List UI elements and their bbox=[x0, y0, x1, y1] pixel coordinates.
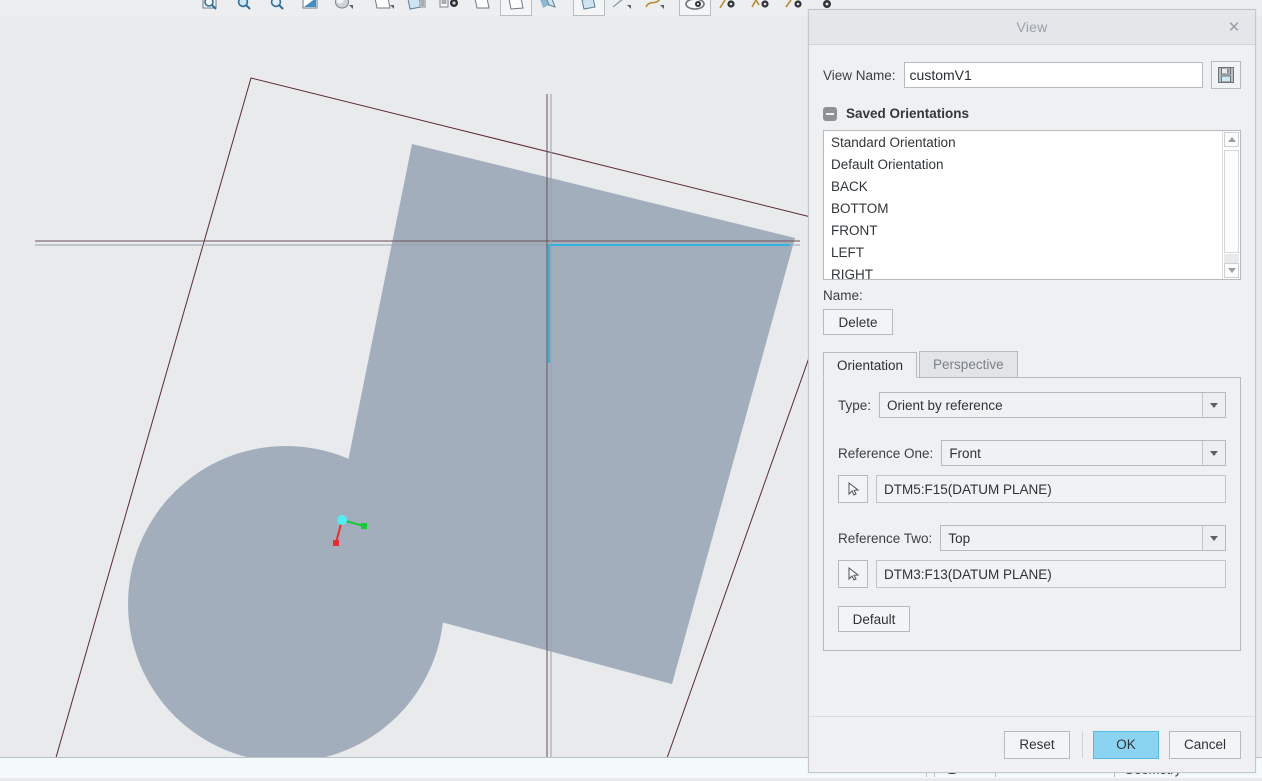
list-item[interactable]: LEFT bbox=[824, 242, 1222, 264]
reference-two-selection[interactable]: DTM3:F13(DATUM PLANE) bbox=[876, 560, 1226, 588]
type-combobox[interactable]: Orient by reference bbox=[879, 392, 1226, 418]
reference-one-pick-button[interactable] bbox=[838, 475, 868, 503]
zoom-in-icon[interactable] bbox=[229, 0, 261, 16]
list-item[interactable]: RIGHT bbox=[824, 264, 1222, 279]
reference-two-row: Reference Two: Top bbox=[838, 525, 1226, 551]
zoom-box-icon[interactable] bbox=[196, 0, 228, 16]
reset-button[interactable]: Reset bbox=[1003, 730, 1070, 759]
dialog-title-bar[interactable]: View ✕ bbox=[809, 10, 1255, 45]
toolbar-separator bbox=[566, 0, 573, 16]
plane-display-icon[interactable] bbox=[500, 0, 532, 16]
save-floppy-icon bbox=[1218, 67, 1234, 83]
scrollbar-thumb[interactable] bbox=[1224, 150, 1239, 253]
toolbar-separator bbox=[672, 0, 679, 16]
tabs-section: Orientation Perspective Type: Orient by … bbox=[823, 351, 1241, 651]
name-label: Name: bbox=[823, 288, 863, 303]
csys-display-icon[interactable] bbox=[606, 0, 638, 16]
list-item[interactable]: BOTTOM bbox=[824, 198, 1222, 220]
zoom-out-icon[interactable] bbox=[262, 0, 294, 16]
reference-two-label: Reference Two: bbox=[838, 530, 933, 546]
saved-orientations-title: Saved Orientations bbox=[846, 106, 970, 121]
datum-csys-icon[interactable] bbox=[467, 0, 499, 16]
reference-two-pick-button[interactable] bbox=[838, 560, 868, 588]
tab-orientation[interactable]: Orientation bbox=[823, 352, 918, 378]
reference-one-label: Reference One: bbox=[838, 445, 934, 461]
point-display-icon[interactable] bbox=[573, 0, 605, 16]
toolbar-separator bbox=[361, 0, 368, 16]
saved-orientations-list[interactable]: Standard Orientation Default Orientation… bbox=[824, 131, 1222, 279]
delete-button[interactable]: Delete bbox=[823, 309, 893, 335]
footer-divider bbox=[1081, 731, 1083, 758]
view-name-row: View Name: bbox=[823, 61, 1241, 89]
refit-icon[interactable] bbox=[295, 0, 327, 16]
axis-display-icon[interactable] bbox=[533, 0, 565, 16]
type-label: Type: bbox=[838, 397, 872, 413]
close-icon[interactable]: ✕ bbox=[1221, 14, 1247, 40]
spin-center-icon[interactable] bbox=[679, 0, 711, 16]
list-item[interactable]: Standard Orientation bbox=[824, 132, 1222, 154]
list-scrollbar[interactable] bbox=[1222, 131, 1240, 279]
chevron-down-icon[interactable] bbox=[1202, 441, 1225, 465]
cad-application-window: Geometry View ✕ View Name: bbox=[0, 0, 1262, 778]
list-item[interactable]: Default Orientation bbox=[824, 154, 1222, 176]
chevron-down-icon[interactable] bbox=[1202, 526, 1225, 550]
reference-one-row: Reference One: Front bbox=[838, 440, 1226, 466]
list-item[interactable]: BACK bbox=[824, 176, 1222, 198]
tab-strip: Orientation Perspective bbox=[823, 351, 1241, 378]
view-manager-icon[interactable] bbox=[778, 0, 810, 16]
collapse-minus-icon[interactable] bbox=[823, 106, 837, 121]
reference-one-selection-row: DTM5:F15(DATUM PLANE) bbox=[838, 475, 1226, 503]
scroll-down-icon[interactable] bbox=[1224, 263, 1239, 278]
save-view-button[interactable] bbox=[1211, 61, 1241, 89]
default-button[interactable]: Default bbox=[838, 606, 910, 632]
dialog-body: View Name: Saved Orientations bbox=[809, 61, 1255, 651]
dialog-footer: Reset OK Cancel bbox=[809, 716, 1255, 772]
chevron-down-icon[interactable] bbox=[1202, 393, 1225, 417]
datum-point-icon[interactable] bbox=[434, 0, 466, 16]
reference-one-selection[interactable]: DTM5:F15(DATUM PLANE) bbox=[876, 475, 1226, 503]
orientation-panel: Type: Orient by reference Reference One:… bbox=[823, 377, 1241, 651]
select-arrow-icon bbox=[848, 481, 860, 496]
ok-button[interactable]: OK bbox=[1092, 730, 1159, 759]
saved-view-icon[interactable] bbox=[745, 0, 777, 16]
view-name-input[interactable] bbox=[903, 62, 1203, 88]
dialog-title: View bbox=[1016, 19, 1048, 35]
reference-two-value: Top bbox=[948, 530, 971, 546]
scroll-up-icon[interactable] bbox=[1224, 132, 1239, 147]
saved-orientations-listbox[interactable]: Standard Orientation Default Orientation… bbox=[823, 130, 1241, 280]
datum-axis-icon[interactable] bbox=[401, 0, 433, 16]
view-name-label: View Name: bbox=[823, 67, 896, 83]
reference-two-selection-row: DTM3:F13(DATUM PLANE) bbox=[838, 560, 1226, 588]
tab-perspective[interactable]: Perspective bbox=[919, 351, 1018, 377]
saved-orientations-header[interactable]: Saved Orientations bbox=[823, 106, 1241, 121]
type-value: Orient by reference bbox=[887, 397, 1003, 413]
reference-two-combobox[interactable]: Top bbox=[940, 525, 1226, 551]
select-arrow-icon bbox=[848, 566, 860, 581]
toolbar-left-spacer bbox=[0, 0, 196, 16]
annotation-display-icon[interactable] bbox=[639, 0, 671, 16]
type-row: Type: Orient by reference bbox=[838, 392, 1226, 418]
view-dialog: View ✕ View Name: customV1 Saved Orienta… bbox=[808, 9, 1256, 773]
list-item[interactable]: FRONT bbox=[824, 220, 1222, 242]
reference-one-combobox[interactable]: Front bbox=[941, 440, 1226, 466]
shading-icon[interactable] bbox=[328, 0, 360, 16]
layer-icon[interactable] bbox=[712, 0, 744, 16]
cancel-button[interactable]: Cancel bbox=[1168, 730, 1241, 759]
reference-one-value: Front bbox=[949, 445, 981, 461]
datum-plane-icon[interactable] bbox=[368, 0, 400, 16]
